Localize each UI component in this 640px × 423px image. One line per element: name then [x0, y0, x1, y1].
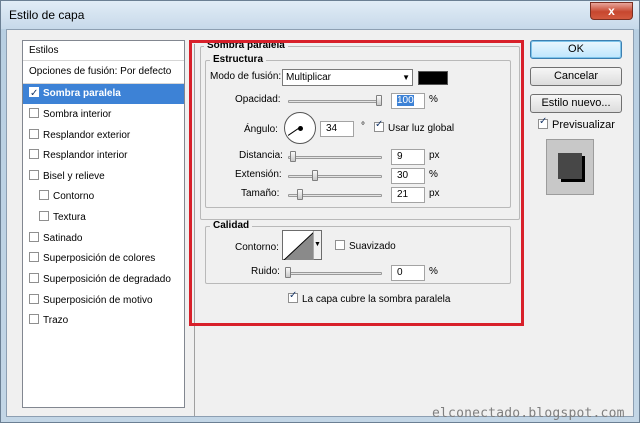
sidebar-item-label: Satinado [43, 233, 83, 244]
sidebar-item-bisel-relieve[interactable]: Bisel y relieve [23, 167, 184, 187]
ok-button[interactable]: OK [530, 40, 622, 59]
layer-style-dialog: Estilo de capa x Estilos Opciones de fus… [0, 0, 640, 423]
sidebar-item-superposicion-motivo[interactable]: Superposición de motivo [23, 291, 184, 311]
sidebar-item-label: Textura [53, 212, 86, 223]
cancel-button[interactable]: Cancelar [530, 67, 622, 86]
sidebar-item-label: Trazo [43, 315, 69, 326]
sidebar-item-superposicion-degradado[interactable]: Superposición de degradado [23, 270, 184, 290]
preview-shadow-swatch [558, 153, 582, 179]
sidebar-item-resplandor-interior[interactable]: Resplandor interior [23, 146, 184, 166]
sidebar-item-label: Resplandor interior [43, 150, 128, 161]
styles-list: Estilos Opciones de fusión: Por defecto … [22, 40, 185, 408]
highlight-frame [189, 40, 524, 326]
checkbox-contorno[interactable] [39, 190, 49, 200]
sidebar-item-label: Contorno [53, 191, 95, 202]
sidebar-item-resplandor-exterior[interactable]: Resplandor exterior [23, 126, 184, 146]
checkbox-textura[interactable] [39, 211, 49, 221]
checkbox-satinado[interactable] [29, 232, 39, 242]
sidebar-item-sombra-paralela[interactable]: Sombra paralela [23, 84, 184, 104]
checkbox-superposicion-colores[interactable] [29, 252, 39, 262]
sidebar-item-label: Sombra interior [43, 109, 112, 120]
checkbox-sombra-interior[interactable] [29, 108, 39, 118]
sidebar-item-label: Superposición de degradado [43, 274, 171, 285]
close-button[interactable]: x [590, 2, 633, 20]
new-style-button[interactable]: Estilo nuevo... [530, 94, 622, 113]
sidebar-item-contorno[interactable]: Contorno [23, 187, 184, 207]
window-title: Estilo de capa [9, 8, 85, 22]
checkbox-sombra-paralela[interactable] [29, 84, 39, 104]
styles-header[interactable]: Estilos [23, 41, 184, 61]
blend-options-item[interactable]: Opciones de fusión: Por defecto [23, 62, 184, 82]
preview-checkbox[interactable] [538, 116, 548, 129]
checkbox-resplandor-exterior[interactable] [29, 129, 39, 139]
sidebar-item-label: Resplandor exterior [43, 130, 131, 141]
dialog-client-area: Estilos Opciones de fusión: Por defecto … [6, 29, 634, 417]
sidebar-item-label: Bisel y relieve [43, 171, 105, 182]
checkbox-superposicion-motivo[interactable] [29, 294, 39, 304]
sidebar-item-superposicion-colores[interactable]: Superposición de colores [23, 249, 184, 269]
title-bar[interactable]: Estilo de capa x [1, 1, 639, 29]
watermark: elconectado.blogspot.com [432, 406, 625, 421]
sidebar-item-trazo[interactable]: Trazo [23, 311, 184, 331]
preview-option[interactable]: Previsualizar [538, 116, 615, 131]
sidebar-item-sombra-interior[interactable]: Sombra interior [23, 105, 184, 125]
checkbox-resplandor-interior[interactable] [29, 149, 39, 159]
checkbox-bisel-relieve[interactable] [29, 170, 39, 180]
sidebar-item-label: Sombra paralela [43, 88, 121, 99]
sidebar-item-textura[interactable]: Textura [23, 208, 184, 228]
checkbox-trazo[interactable] [29, 314, 39, 324]
checkbox-superposicion-degradado[interactable] [29, 273, 39, 283]
style-preview [546, 139, 594, 195]
sidebar-item-label: Superposición de motivo [43, 295, 153, 306]
preview-label: Previsualizar [552, 119, 615, 131]
sidebar-item-label: Superposición de colores [43, 253, 156, 264]
sidebar-item-satinado[interactable]: Satinado [23, 229, 184, 249]
